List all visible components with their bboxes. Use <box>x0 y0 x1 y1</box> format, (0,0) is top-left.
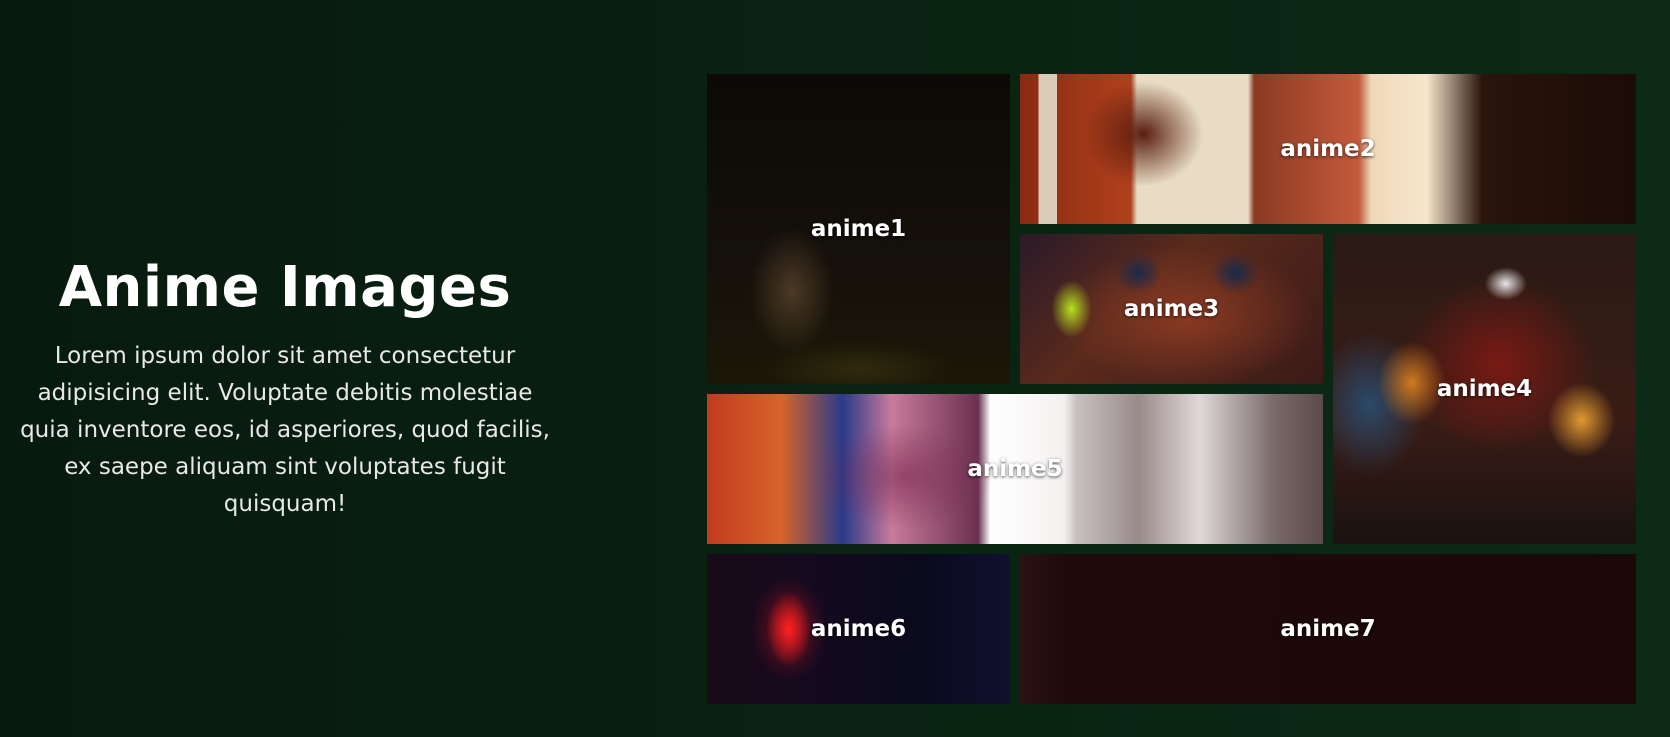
intro-section: Anime Images Lorem ipsum dolor sit amet … <box>0 255 570 523</box>
tile-label: anime1 <box>810 216 907 242</box>
intro-description: Lorem ipsum dolor sit amet consectetur a… <box>20 343 550 517</box>
tile-label: anime4 <box>1436 376 1533 402</box>
image-gallery: anime1 anime2 anime3 anime4 anime5 anime… <box>707 74 1637 704</box>
gallery-tile-anime6[interactable]: anime6 <box>707 554 1010 704</box>
page-title: Anime Images <box>58 255 512 320</box>
gallery-tile-anime1[interactable]: anime1 <box>707 74 1010 384</box>
gallery-tile-anime7[interactable]: anime7 <box>1020 554 1636 704</box>
tile-label: anime6 <box>810 616 907 642</box>
gallery-tile-anime2[interactable]: anime2 <box>1020 74 1636 224</box>
tile-label: anime2 <box>1280 136 1376 162</box>
tile-label: anime3 <box>1123 296 1220 322</box>
gallery-tile-anime5[interactable]: anime5 <box>707 394 1323 544</box>
tile-label: anime7 <box>1280 616 1376 642</box>
gallery-tile-anime3[interactable]: anime3 <box>1020 234 1323 384</box>
gallery-tile-anime4[interactable]: anime4 <box>1333 234 1636 544</box>
tile-label: anime5 <box>967 456 1063 482</box>
